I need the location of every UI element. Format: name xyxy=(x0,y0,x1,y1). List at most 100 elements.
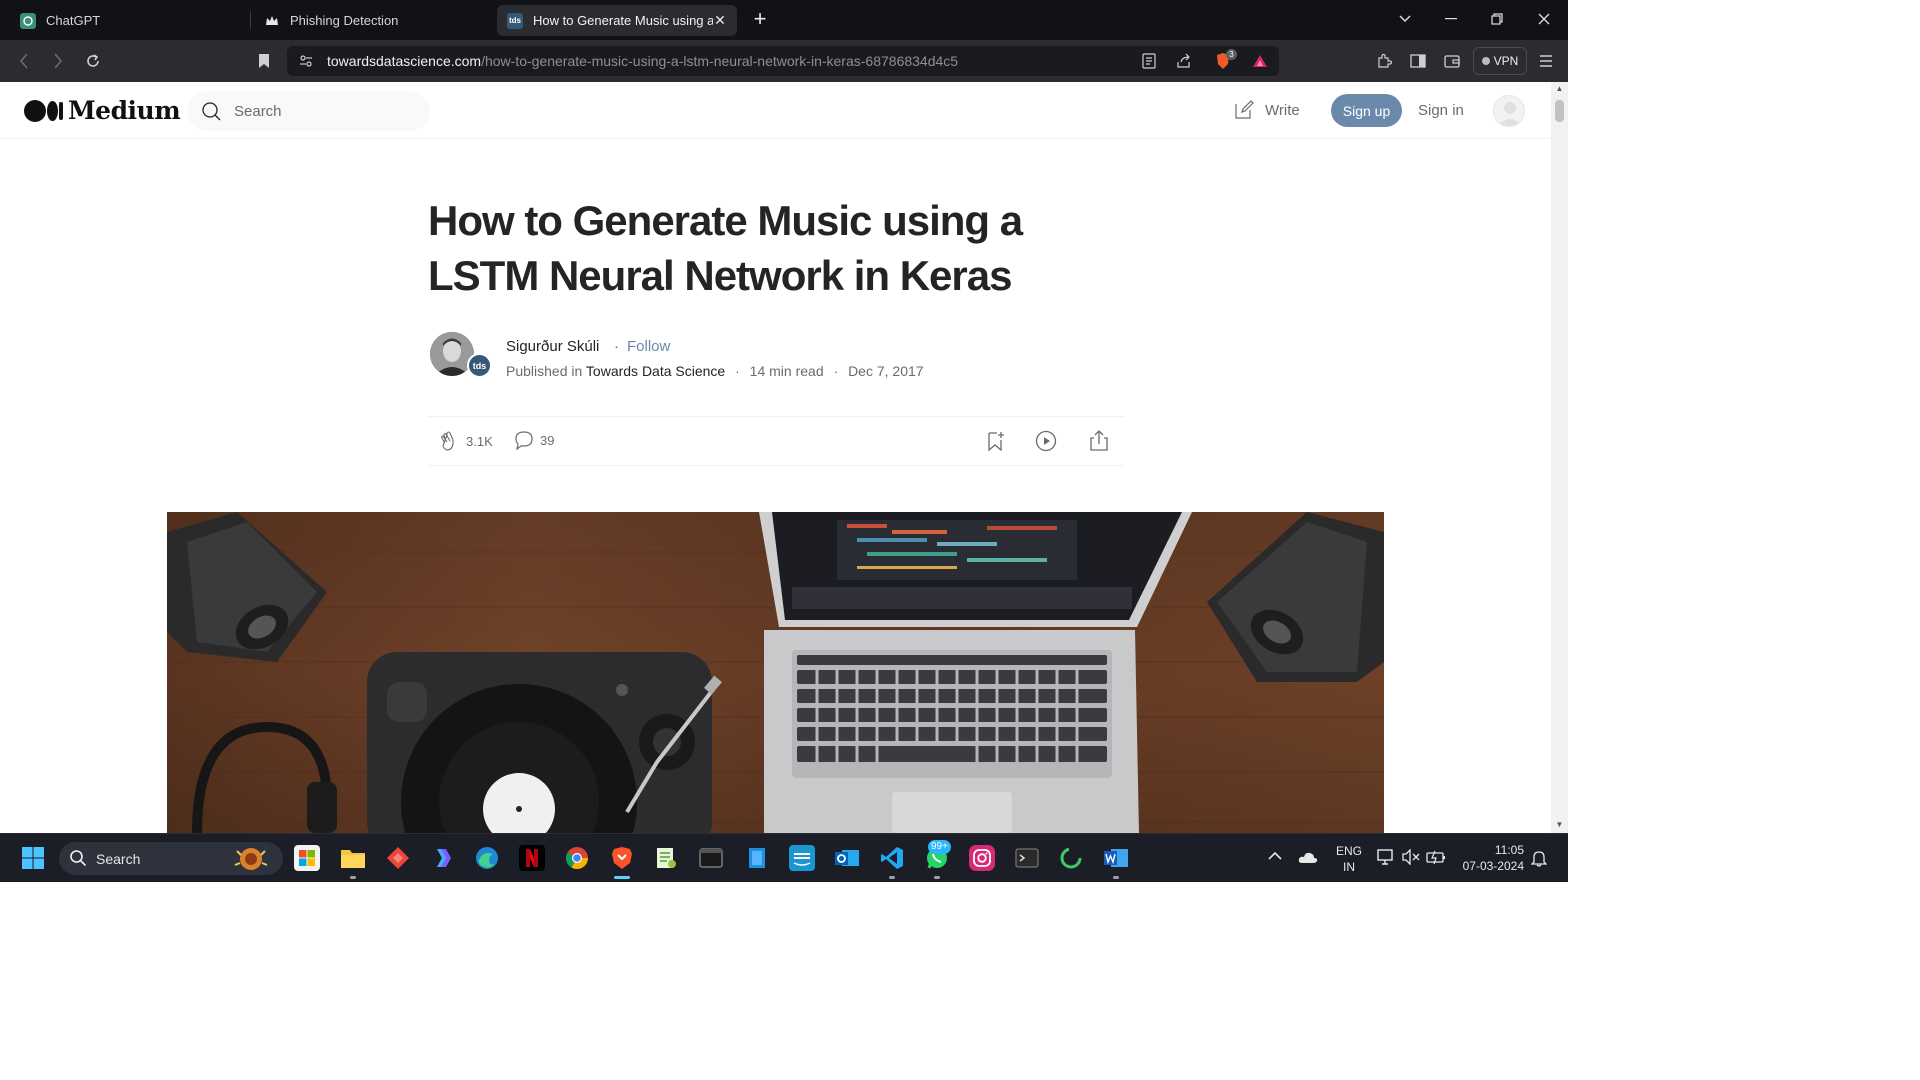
windows-start-icon[interactable] xyxy=(20,845,46,871)
tray-overflow-chevron-icon[interactable] xyxy=(1268,850,1282,864)
responses-button[interactable]: 39 xyxy=(514,430,554,450)
word-icon[interactable] xyxy=(1103,845,1129,871)
brave-rewards-icon[interactable] xyxy=(1250,51,1270,71)
shields-count-badge: 3 xyxy=(1226,49,1237,60)
taskbar-search[interactable]: Search xyxy=(59,842,283,875)
sidebar-icon[interactable] xyxy=(1406,49,1430,73)
comment-icon xyxy=(515,431,533,450)
browser-tab-bar: ChatGPT Phishing Detection tds How to Ge… xyxy=(0,0,1568,40)
search-placeholder: Search xyxy=(234,103,282,120)
sign-in-link[interactable]: Sign in xyxy=(1418,102,1464,119)
user-avatar-icon[interactable] xyxy=(1493,95,1525,127)
openai-icon xyxy=(20,12,36,29)
onedrive-icon[interactable] xyxy=(1298,850,1318,867)
share-icon xyxy=(1090,430,1108,451)
publish-date: Dec 7, 2017 xyxy=(848,363,924,379)
running-indicator xyxy=(889,876,895,879)
write-label: Write xyxy=(1265,101,1300,119)
tab-chatgpt[interactable]: ChatGPT xyxy=(10,5,250,36)
site-settings-icon[interactable] xyxy=(296,51,316,71)
language-indicator[interactable]: ENG IN xyxy=(1336,843,1362,875)
microsoft-store-icon[interactable] xyxy=(294,845,320,871)
wallet-icon[interactable] xyxy=(1440,49,1464,73)
whatsapp-badge: 99+ xyxy=(928,840,951,854)
sign-up-button[interactable]: Sign up xyxy=(1331,94,1402,127)
vscode-icon[interactable] xyxy=(879,845,905,871)
loading-ring-icon[interactable] xyxy=(1058,845,1084,871)
read-time: 14 min read xyxy=(749,363,824,379)
bookmark-add-icon xyxy=(988,432,1004,452)
search-input[interactable]: Search xyxy=(187,91,430,131)
extensions-icon[interactable] xyxy=(1372,49,1396,73)
notification-bell-icon[interactable] xyxy=(1530,849,1548,870)
separator-dot: · xyxy=(614,338,619,355)
vpn-status-icon xyxy=(1481,57,1490,65)
clock[interactable]: 11:05 07-03-2024 xyxy=(1460,842,1524,874)
minimize-button[interactable] xyxy=(1436,5,1466,33)
back-icon[interactable] xyxy=(12,49,36,73)
netflix-icon[interactable] xyxy=(519,845,545,871)
prime-video-icon[interactable] xyxy=(789,845,815,871)
terminal-icon[interactable] xyxy=(698,845,724,871)
tab-search-chevron-icon[interactable] xyxy=(1390,5,1420,33)
article-title: How to Generate Music using a LSTM Neura… xyxy=(428,197,1023,299)
tab-title: Phishing Detection xyxy=(290,13,399,28)
article-hero-image xyxy=(167,512,1384,833)
medium-logo[interactable]: Medium xyxy=(24,96,181,125)
listen-button[interactable] xyxy=(1035,430,1063,452)
instagram-icon[interactable] xyxy=(969,845,995,871)
edge-icon[interactable] xyxy=(474,845,500,871)
running-indicator xyxy=(934,876,940,879)
scroll-thumb[interactable] xyxy=(1555,100,1564,122)
chrome-icon[interactable] xyxy=(564,845,590,871)
write-button[interactable]: Write xyxy=(1233,99,1300,121)
brave-browser-icon[interactable] xyxy=(609,845,635,871)
forward-icon[interactable] xyxy=(46,49,70,73)
restore-button[interactable] xyxy=(1482,5,1512,33)
new-tab-button[interactable]: + xyxy=(748,8,772,32)
clock-time: 11:05 xyxy=(1494,843,1524,857)
tab-phishing-detection[interactable]: Phishing Detection xyxy=(254,5,494,36)
tds-icon: tds xyxy=(507,12,523,29)
network-icon[interactable] xyxy=(1377,849,1395,868)
medium-logo-text: Medium xyxy=(68,96,181,125)
menu-icon[interactable] xyxy=(1534,49,1558,73)
file-explorer-icon[interactable] xyxy=(340,845,366,871)
play-icon xyxy=(1035,430,1057,452)
copilot-icon[interactable] xyxy=(430,845,456,871)
reader-mode-icon[interactable] xyxy=(1139,51,1159,71)
tab-music-lstm[interactable]: tds How to Generate Music using a ✕ xyxy=(497,5,737,36)
url-text[interactable]: towardsdatascience.com/how-to-generate-m… xyxy=(327,53,958,69)
author-name[interactable]: Sigurður Skúli xyxy=(506,338,599,355)
close-window-button[interactable] xyxy=(1529,5,1559,33)
console-icon[interactable] xyxy=(1014,845,1040,871)
notepad-plus-icon[interactable] xyxy=(653,845,679,871)
anydesk-icon[interactable] xyxy=(385,845,411,871)
tab-title: ChatGPT xyxy=(46,13,101,28)
clap-button[interactable]: 3.1K xyxy=(438,430,493,452)
windows-taskbar: Search 99+ ENG IN 11:05 07-03-2024 xyxy=(0,833,1568,882)
active-indicator xyxy=(614,876,630,879)
address-bar[interactable]: towardsdatascience.com/how-to-generate-m… xyxy=(287,46,1279,76)
page-scrollbar[interactable]: ▲ ▼ xyxy=(1551,82,1568,833)
share-button[interactable] xyxy=(1089,430,1115,452)
clap-icon xyxy=(441,431,454,451)
close-icon[interactable]: ✕ xyxy=(711,11,729,29)
search-highlight-icon xyxy=(234,848,268,870)
reload-icon[interactable] xyxy=(81,49,105,73)
vpn-button[interactable]: VPN xyxy=(1473,47,1527,75)
battery-icon[interactable] xyxy=(1426,849,1446,868)
bookmark-icon[interactable] xyxy=(252,49,276,73)
publication-link[interactable]: Towards Data Science xyxy=(586,363,725,379)
follow-button[interactable]: Follow xyxy=(627,338,670,355)
publication-badge[interactable]: tds xyxy=(467,353,492,378)
save-bookmark-button[interactable] xyxy=(984,430,1012,452)
write-icon xyxy=(1235,100,1254,119)
scroll-down-icon[interactable]: ▼ xyxy=(1555,820,1564,830)
scroll-up-icon[interactable]: ▲ xyxy=(1555,84,1564,94)
outlook-icon[interactable] xyxy=(834,845,860,871)
volume-muted-icon[interactable] xyxy=(1402,848,1420,868)
share-icon[interactable] xyxy=(1174,51,1194,71)
running-indicator xyxy=(350,876,356,879)
azure-data-studio-icon[interactable] xyxy=(744,845,770,871)
